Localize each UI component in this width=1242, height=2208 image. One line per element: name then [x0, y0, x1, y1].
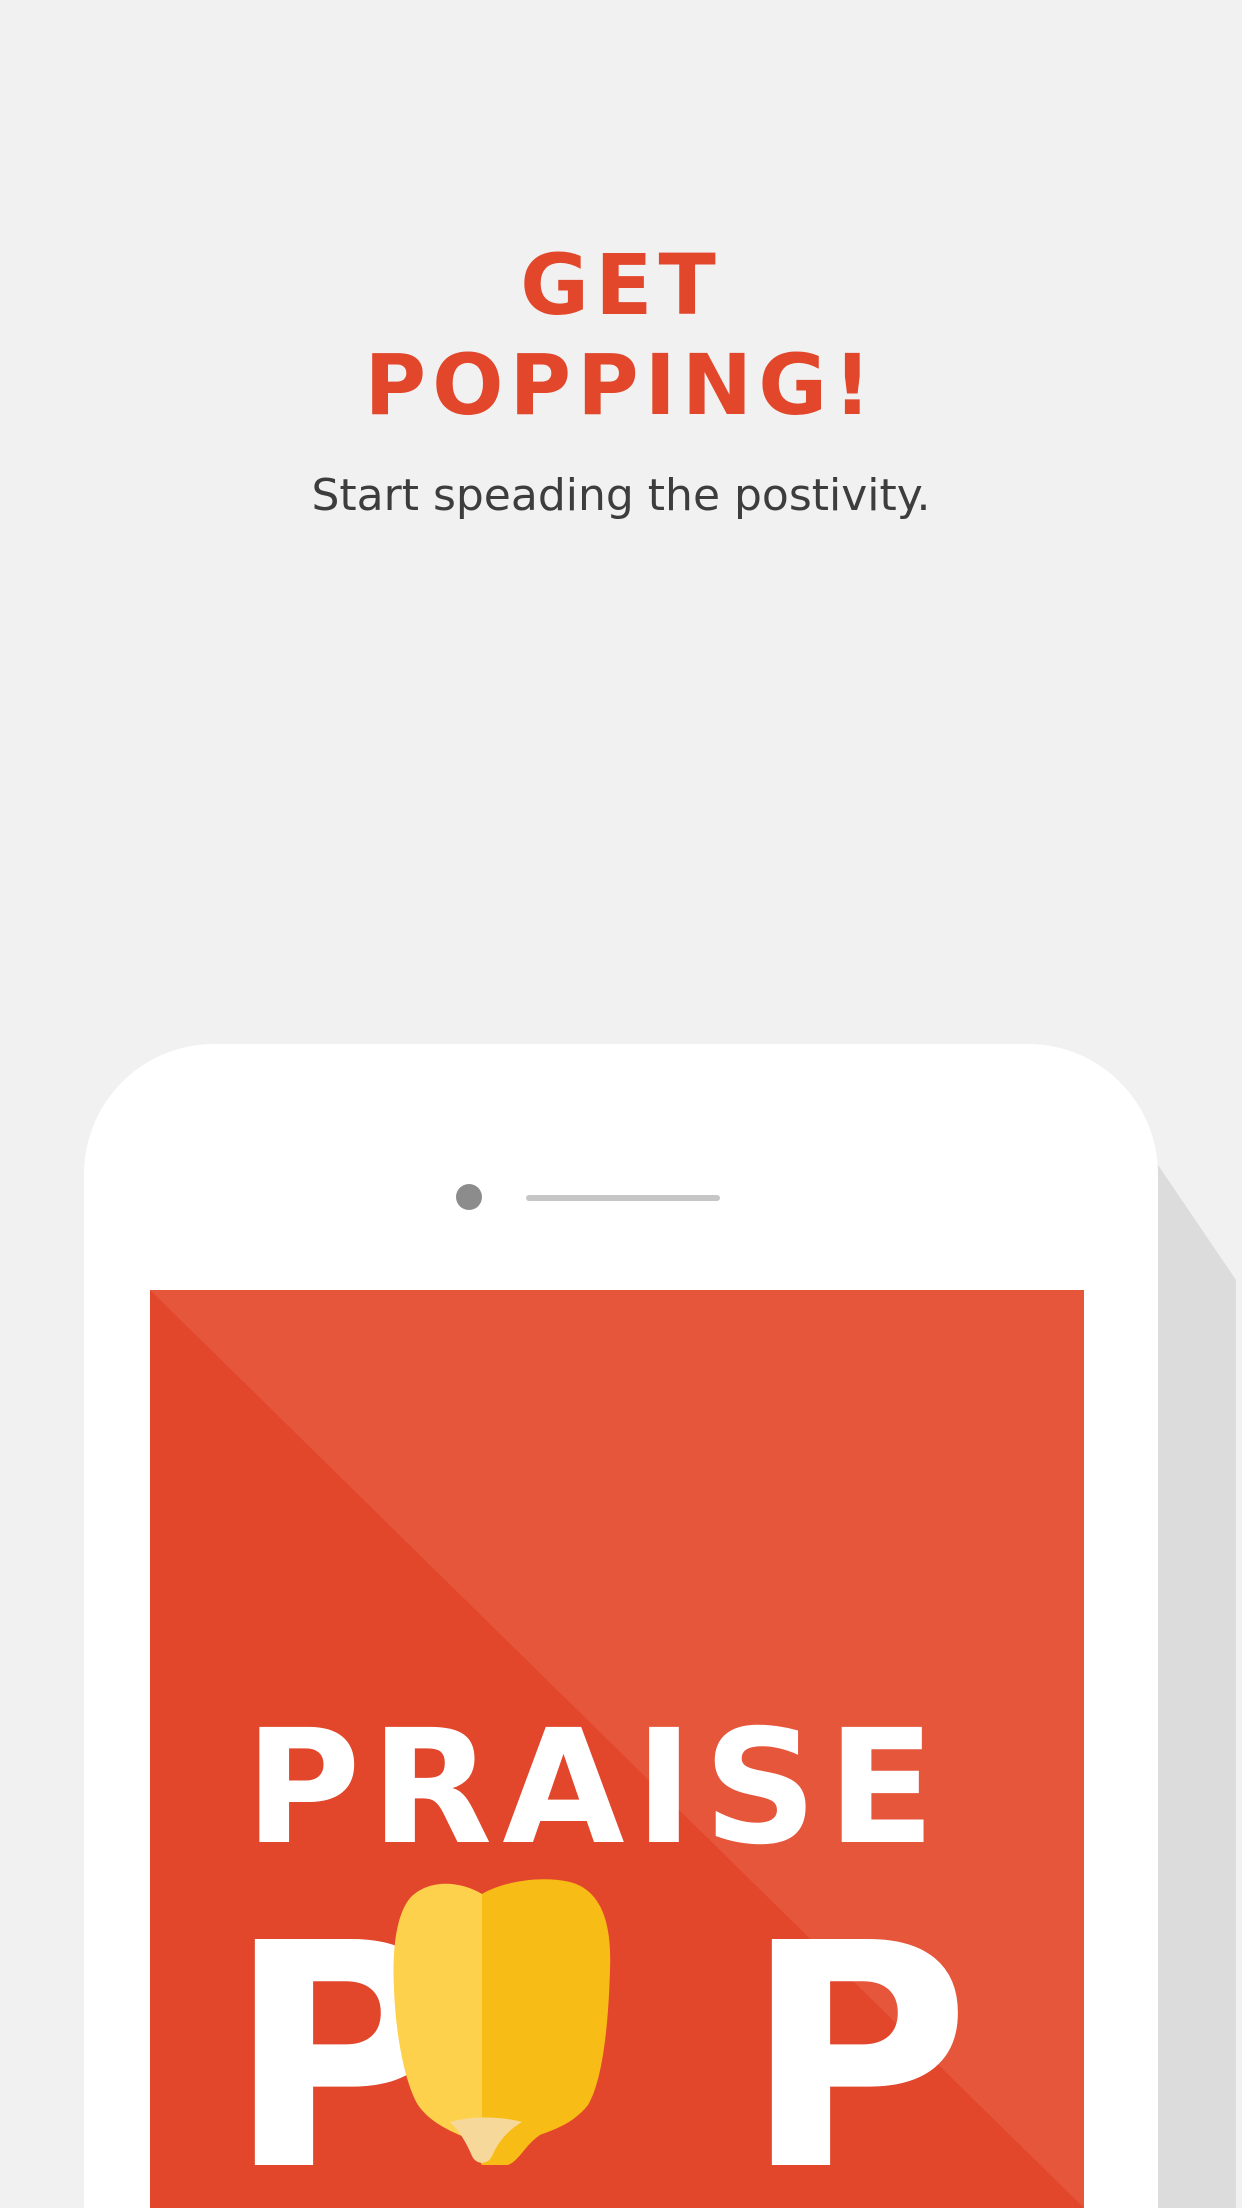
logo-letter-p-right: P [743, 1878, 970, 2208]
praise-pop-logo: PRAISE P P [226, 1696, 970, 2208]
phone-camera [456, 1184, 482, 1210]
logo-word-praise: PRAISE [245, 1696, 945, 1880]
phone-screen: PRAISE P P [150, 1290, 1084, 2208]
phone-illustration: PRAISE P P [84, 1044, 1158, 2208]
phone-speaker [526, 1195, 720, 1201]
